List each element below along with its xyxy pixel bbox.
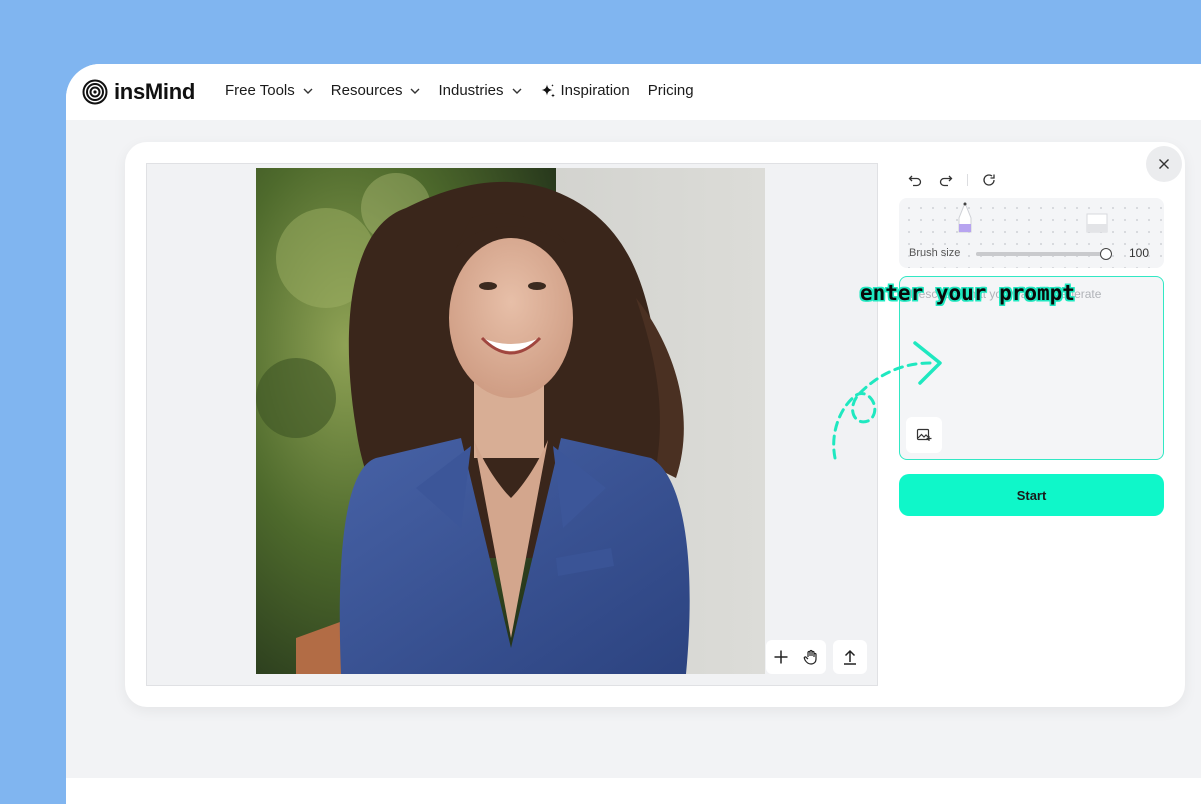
nav-item-label: Industries: [438, 82, 504, 99]
pan-button[interactable]: [796, 640, 826, 674]
annotation-text: enter your prompt: [860, 281, 1075, 305]
image-canvas[interactable]: [146, 163, 878, 686]
editor-modal: Brush size 100 Describe what you want to…: [125, 142, 1185, 707]
nav-item-label: Free Tools: [225, 82, 295, 99]
nav-item-label: Inspiration: [560, 82, 630, 99]
redo-icon: [939, 175, 953, 187]
nav-item-resources[interactable]: Resources: [331, 82, 421, 99]
upload-button[interactable]: [833, 640, 867, 674]
chevron-down-icon: [410, 88, 420, 94]
nav-item-inspiration[interactable]: Inspiration: [540, 82, 630, 99]
brush-tool-icon[interactable]: [955, 202, 975, 238]
brush-size-slider[interactable]: [976, 248, 1112, 260]
upload-icon: [844, 649, 856, 665]
nav-item-industries[interactable]: Industries: [438, 82, 522, 99]
nav-item-free-tools[interactable]: Free Tools: [225, 82, 313, 99]
add-icon: [774, 650, 788, 664]
redo-button[interactable]: [936, 170, 956, 190]
reset-button[interactable]: [979, 170, 999, 190]
portrait-photo: [256, 168, 765, 674]
browser-window: insMind Free Tools Resources Industries: [66, 64, 1201, 804]
history-controls: [905, 170, 1010, 190]
nav-menu: Free Tools Resources Industries Inspirat…: [225, 82, 712, 99]
chevron-down-icon: [303, 88, 313, 94]
undo-icon: [908, 175, 922, 187]
page-footer-band: [66, 778, 1201, 804]
brush-size-slider-thumb[interactable]: [1100, 248, 1112, 260]
start-button[interactable]: Start: [899, 474, 1164, 516]
divider: [967, 174, 968, 186]
reset-icon: [983, 174, 995, 186]
add-button[interactable]: [766, 640, 796, 674]
brand-logo[interactable]: insMind: [82, 79, 195, 105]
chevron-down-icon: [512, 88, 522, 94]
brush-size-value: 100: [1129, 246, 1150, 260]
insmind-logo-icon: [82, 79, 108, 105]
eraser-tool-icon[interactable]: [1085, 212, 1109, 234]
brush-size-label: Brush size: [909, 247, 961, 259]
undo-button[interactable]: [905, 170, 925, 190]
top-nav: insMind Free Tools Resources Industries: [66, 64, 1201, 120]
nav-item-label: Pricing: [647, 82, 694, 99]
sparkle-icon: [541, 83, 555, 97]
nav-item-pricing[interactable]: Pricing: [648, 82, 694, 99]
brand-name: insMind: [114, 79, 196, 104]
annotation-arrow-icon: [832, 341, 942, 460]
nav-item-label: Resources: [330, 82, 403, 99]
canvas-toolbar: [766, 640, 826, 674]
hand-icon: [803, 649, 817, 665]
brush-settings: Brush size 100: [899, 198, 1164, 268]
brush-size-slider-fill: [976, 252, 1106, 256]
